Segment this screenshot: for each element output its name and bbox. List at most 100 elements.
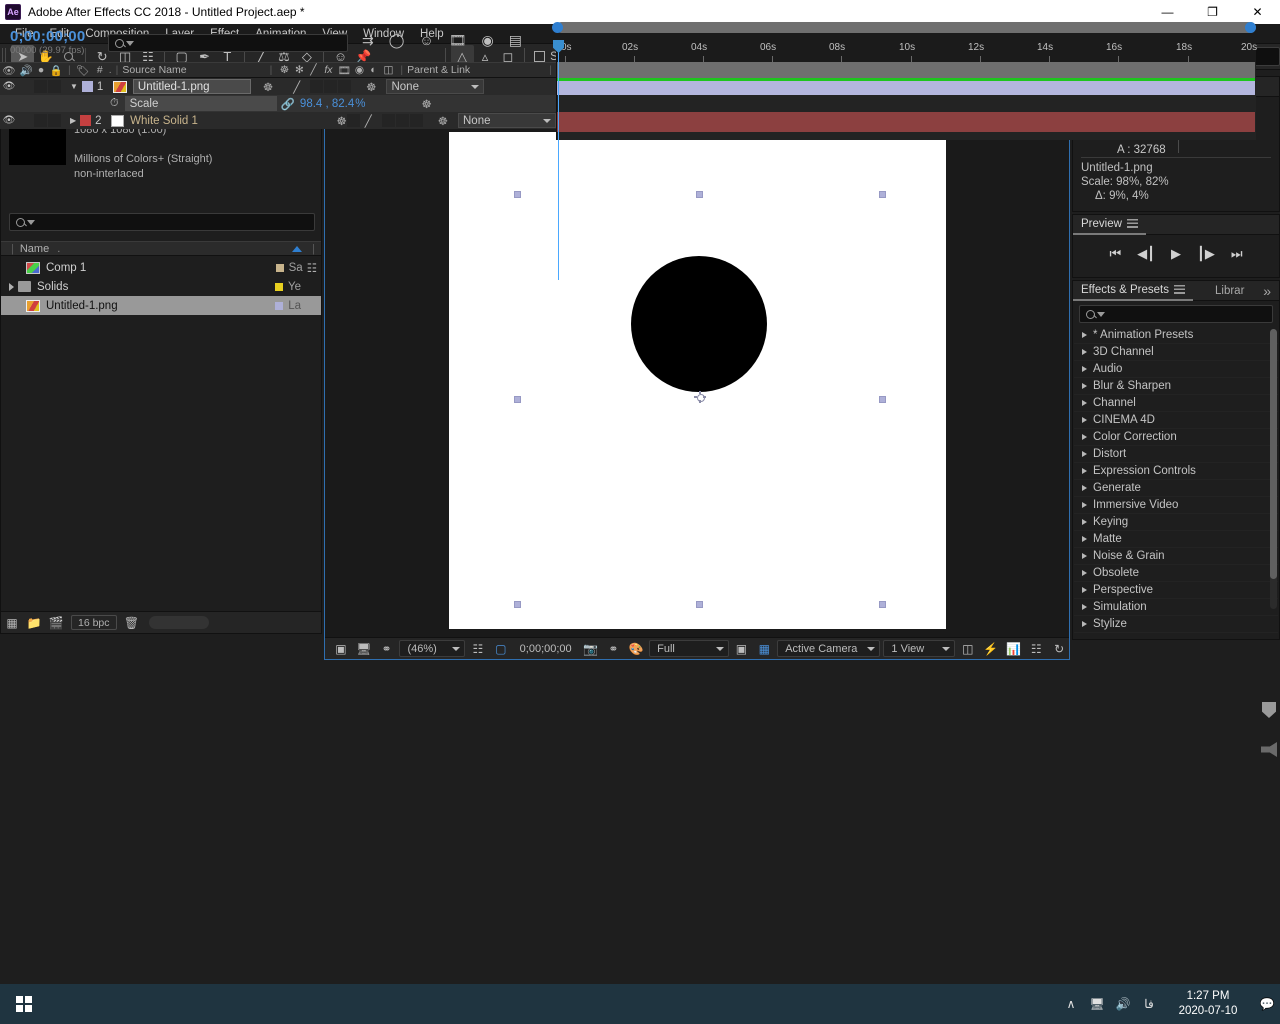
disclosure-triangle-icon[interactable]	[1082, 434, 1087, 440]
label-color-swatch[interactable]	[275, 263, 284, 272]
resolution-select[interactable]: Full	[649, 640, 729, 657]
property-pickwhip-icon[interactable]: ☸	[422, 97, 432, 111]
hide-shy-layers-icon[interactable]: ☺	[419, 32, 433, 49]
effects-category-row[interactable]: Stylize	[1074, 616, 1278, 633]
layer-label-color[interactable]	[80, 115, 92, 126]
parent-pickwhip-icon[interactable]: ☸	[438, 114, 448, 128]
parent-pickwhip-icon[interactable]: ☸	[366, 80, 376, 94]
transform-handle[interactable]	[695, 600, 703, 608]
graph-editor-icon[interactable]: ▤	[509, 32, 522, 49]
audio-toggle-cell[interactable]	[34, 80, 47, 93]
composition-mini-flowchart-icon[interactable]: ⇉	[362, 32, 374, 49]
search-dropdown-icon[interactable]	[126, 40, 134, 46]
disclosure-triangle-icon[interactable]	[1082, 502, 1087, 508]
search-dropdown-icon[interactable]	[27, 219, 35, 225]
solo-toggle-cell[interactable]	[48, 114, 61, 127]
network-icon[interactable]: 🖥	[1084, 984, 1110, 1024]
new-folder-icon[interactable]: 📁	[23, 614, 45, 632]
next-frame-icon[interactable]: ┃▶	[1197, 246, 1215, 262]
effects-category-list[interactable]: * Animation Presets 3D Channel Audio Blu…	[1074, 327, 1278, 639]
project-item-comp1[interactable]: Comp 1 Sa ☷	[1, 258, 321, 277]
disclosure-triangle-icon[interactable]	[1082, 570, 1087, 576]
black-circle-layer[interactable]	[630, 255, 767, 392]
timeline-search-input[interactable]	[108, 34, 348, 52]
layer-duration-bar-1[interactable]	[557, 81, 1255, 95]
enable-frame-blending-icon[interactable]: 🎞	[449, 32, 467, 49]
search-dropdown-icon[interactable]	[1097, 311, 1105, 317]
disclosure-triangle-icon[interactable]	[1082, 417, 1087, 423]
views-select[interactable]: 1 View	[883, 640, 955, 657]
effects-category-row[interactable]: Perspective	[1074, 582, 1278, 599]
effects-category-row[interactable]: * Animation Presets	[1074, 327, 1278, 344]
current-time-display[interactable]: 0;00;00;00	[10, 28, 85, 45]
transform-handle[interactable]	[878, 600, 886, 608]
transform-handle[interactable]	[878, 190, 886, 198]
effects-category-row[interactable]: Audio	[1074, 361, 1278, 378]
disclosure-triangle-icon[interactable]	[1082, 485, 1087, 491]
frame-blend-cell[interactable]	[324, 80, 338, 93]
label-color-swatch[interactable]	[274, 282, 283, 291]
disclosure-triangle-icon[interactable]	[1082, 621, 1087, 627]
timeline-layer-row-2[interactable]: 👁 ▶ 2 White Solid 1 ☸ ╱ ☸ None	[0, 112, 556, 129]
effects-switch-cell[interactable]	[381, 114, 395, 127]
disclosure-triangle-icon[interactable]	[1082, 519, 1087, 525]
draft-3d-icon[interactable]: ◯	[389, 32, 405, 49]
toggle-mask-icon[interactable]: ⚭	[377, 640, 397, 658]
effects-category-row[interactable]: Obsolete	[1074, 565, 1278, 582]
volume-icon[interactable]: 🔊	[1110, 984, 1136, 1024]
fast-previews-icon[interactable]: ⚡	[981, 640, 1001, 658]
project-item-untitled-png[interactable]: Untitled-1.png La	[1, 296, 321, 315]
quality-switch-icon[interactable]: ╱	[293, 80, 300, 94]
timeline-track-area[interactable]	[556, 62, 1256, 140]
label-color-swatch[interactable]	[275, 301, 284, 310]
tab-preview[interactable]: Preview	[1073, 215, 1146, 235]
effects-category-row[interactable]: Noise & Grain	[1074, 548, 1278, 565]
show-snapshot-icon[interactable]: ⚭	[604, 640, 624, 658]
layer-name-field[interactable]: Untitled-1.png	[132, 79, 251, 94]
disclosure-triangle-icon[interactable]	[1082, 383, 1087, 389]
stopwatch-icon[interactable]: ⏱	[110, 97, 119, 110]
work-area-bar[interactable]	[556, 22, 1256, 33]
toggle-transparency-grid-icon[interactable]: ▣	[331, 640, 351, 658]
comp-flowchart-icon[interactable]: ☷	[1026, 640, 1046, 658]
reset-exposure-icon[interactable]: ↻	[1049, 640, 1069, 658]
disclosure-triangle-icon[interactable]	[1082, 349, 1087, 355]
column-name-label[interactable]: Name	[20, 243, 49, 255]
effects-category-row[interactable]: Simulation	[1074, 599, 1278, 616]
video-toggle-icon[interactable]: 👁	[0, 115, 18, 126]
disclosure-triangle-icon[interactable]	[1082, 400, 1087, 406]
taskbar-clock[interactable]: 1:27 PM 2020-07-10	[1162, 984, 1254, 1024]
disclosure-triangle-icon[interactable]	[1082, 468, 1087, 474]
motion-blur-cell[interactable]	[338, 80, 352, 93]
effects-panel-overflow-icon[interactable]: »	[1255, 281, 1279, 301]
timeline-ruler[interactable]: 0s 02s 04s 06s 08s 10s 12s 14s 16s 18s 2…	[556, 40, 1257, 62]
effects-category-row[interactable]: CINEMA 4D	[1074, 412, 1278, 429]
minimize-button[interactable]: —	[1145, 0, 1190, 24]
current-time-indicator[interactable]	[558, 40, 559, 280]
effects-category-row[interactable]: Blur & Sharpen	[1074, 378, 1278, 395]
link-scale-icon[interactable]: 🔗	[281, 97, 295, 111]
new-comp-icon[interactable]: ▦	[1, 614, 23, 632]
action-center-icon[interactable]: 💬	[1254, 984, 1280, 1024]
motion-blur-icon[interactable]: ◉	[481, 32, 493, 49]
composition-viewer[interactable]	[325, 122, 1069, 638]
effects-panel-menu-icon[interactable]	[1174, 285, 1185, 294]
expand-triangle-icon[interactable]: ▶	[70, 116, 76, 125]
motion-blur-cell[interactable]	[409, 114, 423, 127]
preview-panel-menu-icon[interactable]	[1126, 219, 1138, 228]
grid-guides-icon[interactable]: ☷	[468, 640, 488, 658]
quality-switch-icon[interactable]: ╱	[365, 114, 372, 128]
transform-handle[interactable]	[513, 600, 521, 608]
last-frame-icon[interactable]: ⏭	[1231, 246, 1243, 262]
comp-timecode[interactable]: 0;00;00;00	[520, 643, 572, 655]
solo-toggle-cell[interactable]	[48, 80, 61, 93]
toggle-view-layout-icon[interactable]: ▣	[732, 640, 752, 658]
work-area-end-handle[interactable]	[1245, 22, 1256, 33]
effects-category-row[interactable]: 3D Channel	[1074, 344, 1278, 361]
project-search-input[interactable]	[9, 213, 315, 231]
effects-category-row[interactable]: Immersive Video	[1074, 497, 1278, 514]
effects-category-row[interactable]: Keying	[1074, 514, 1278, 531]
camera-select[interactable]: Active Camera	[777, 640, 881, 657]
region-of-interest-icon[interactable]: ▢	[491, 640, 511, 658]
sort-ascending-icon[interactable]	[292, 245, 303, 252]
